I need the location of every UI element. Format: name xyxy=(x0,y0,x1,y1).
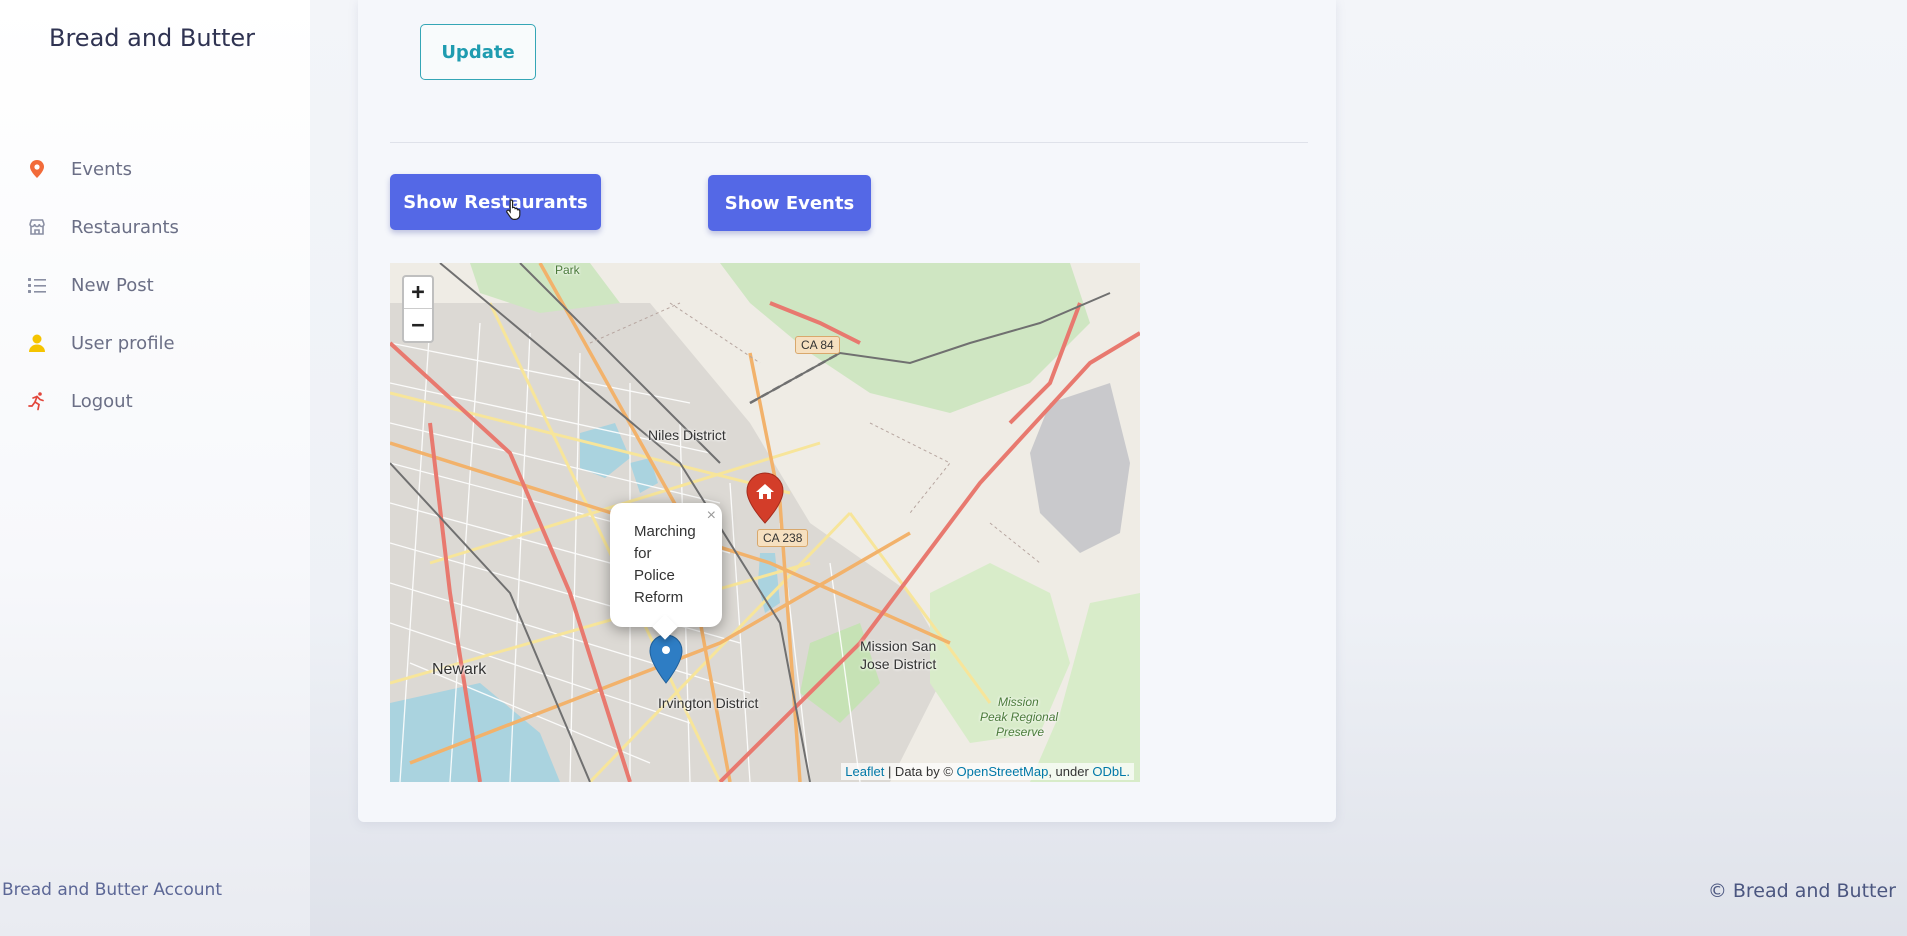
popup-line: Marching xyxy=(634,523,696,540)
sidebar-item-label: Logout xyxy=(71,390,133,412)
sidebar-item-user-profile[interactable]: User profile xyxy=(0,314,310,372)
event-popup: × Marching for Police Reform xyxy=(610,503,722,640)
popup-close-icon[interactable]: × xyxy=(707,505,716,527)
leaflet-link[interactable]: Leaflet xyxy=(845,764,884,779)
map-label-niles: Niles District xyxy=(648,427,726,443)
map-attribution: Leaflet | Data by © OpenStreetMap, under… xyxy=(841,763,1134,780)
zoom-out-button[interactable]: − xyxy=(404,309,432,341)
sidebar-item-logout[interactable]: Logout xyxy=(0,372,310,430)
event-marker[interactable] xyxy=(648,633,684,689)
map-label-preserve-line3: Preserve xyxy=(996,725,1045,739)
list-icon xyxy=(26,274,48,296)
sidebar-item-restaurants[interactable]: Restaurants xyxy=(0,198,310,256)
zoom-control: + − xyxy=(402,275,434,343)
sidebar-item-label: New Post xyxy=(71,274,154,296)
account-link[interactable]: Bread and Butter Account xyxy=(2,880,222,900)
sidebar-item-label: Events xyxy=(71,158,132,180)
update-button[interactable]: Update xyxy=(420,24,536,80)
map-pin-marker-icon xyxy=(649,634,683,684)
road-shield-ca238: CA 238 xyxy=(757,529,809,547)
show-restaurants-button[interactable]: Show Restaurants xyxy=(390,174,601,230)
show-events-button[interactable]: Show Events xyxy=(708,175,871,231)
map-label-preserve-line2: Peak Regional xyxy=(980,710,1059,724)
sidebar-nav: Events Restaurants New Post User profile… xyxy=(0,140,310,430)
map-label-mission-line1: Mission San xyxy=(860,638,937,654)
odbl-link[interactable]: ODbL. xyxy=(1092,764,1130,779)
storefront-icon xyxy=(26,216,48,238)
sidebar-item-new-post[interactable]: New Post xyxy=(0,256,310,314)
home-marker-icon xyxy=(746,472,784,524)
sidebar: Bread and Butter Events Restaurants New … xyxy=(0,0,310,936)
restaurant-marker[interactable] xyxy=(745,471,785,529)
brand-title: Bread and Butter xyxy=(49,24,256,52)
map-label-irvington: Irvington District xyxy=(658,695,759,711)
map-label-park: Park xyxy=(555,263,580,277)
user-icon xyxy=(26,332,48,354)
copyright-text: © Bread and Butter xyxy=(1707,880,1896,902)
road-shield-ca84: CA 84 xyxy=(795,336,840,354)
sidebar-item-label: Restaurants xyxy=(71,216,179,238)
running-person-icon xyxy=(26,390,48,412)
popup-line: Police xyxy=(634,567,675,584)
map-pin-icon xyxy=(26,158,48,180)
osm-link[interactable]: OpenStreetMap xyxy=(957,764,1049,779)
popup-line: Reform xyxy=(634,589,684,606)
attribution-text: , under xyxy=(1048,764,1093,779)
divider xyxy=(390,142,1308,143)
sidebar-item-label: User profile xyxy=(71,332,175,354)
hand-cursor-icon xyxy=(506,199,521,220)
map-label-newark: Newark xyxy=(432,661,487,678)
attribution-text: | Data by © xyxy=(884,764,957,779)
popup-text: Marching for Police Reform xyxy=(634,521,708,609)
sidebar-item-events[interactable]: Events xyxy=(0,140,310,198)
popup-line: for xyxy=(634,545,652,562)
map[interactable]: Park Niles District Newark Irvington Dis… xyxy=(390,263,1140,782)
map-label-preserve-line1: Mission xyxy=(998,695,1039,709)
map-label-mission-line2: Jose District xyxy=(860,656,937,672)
zoom-in-button[interactable]: + xyxy=(404,277,432,309)
